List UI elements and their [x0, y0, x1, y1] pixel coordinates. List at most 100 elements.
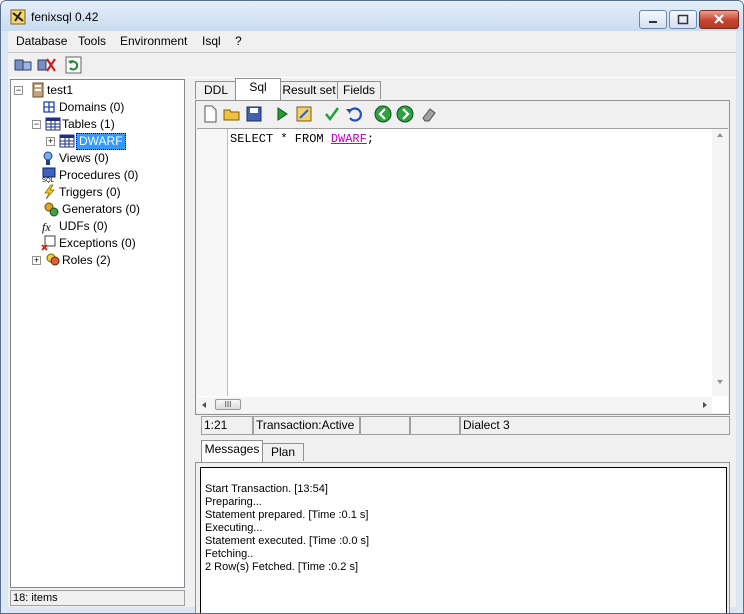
open-folder-icon[interactable]: [222, 104, 242, 124]
status-cell-3: [360, 416, 410, 435]
message-line: 2 Row(s) Fetched. [Time :0.2 s]: [205, 561, 359, 573]
connect-icon[interactable]: [12, 55, 34, 75]
tree-label-dwarf: DWARF: [76, 133, 126, 150]
procedures-icon: SQL: [42, 167, 56, 183]
tab-plan[interactable]: Plan: [262, 443, 304, 461]
udfs-icon: fx: [42, 220, 51, 234]
next-icon[interactable]: [395, 104, 415, 124]
tree-item-tables[interactable]: − Tables (1): [32, 116, 182, 132]
generators-icon: [44, 202, 59, 217]
tree-item-domains[interactable]: Domains (0): [41, 99, 181, 115]
tab-sql[interactable]: Sql: [235, 78, 281, 100]
tree-item-procedures[interactable]: SQL Procedures (0): [41, 167, 181, 183]
sql-table-name[interactable]: DWARF: [331, 132, 367, 146]
tree-item-dwarf[interactable]: + DWARF: [46, 133, 136, 150]
tab-result-set[interactable]: Result set: [280, 81, 338, 99]
sql-terminator: ;: [366, 132, 375, 146]
scroll-arrows-h-icon: [202, 402, 707, 408]
horizontal-scrollbar[interactable]: III: [197, 397, 712, 413]
database-tree: − test1 Domains (0) − Tables (1) + DWARF…: [10, 79, 185, 588]
collapse-icon[interactable]: −: [32, 120, 41, 129]
run-icon[interactable]: [272, 104, 292, 124]
vertical-scrollbar[interactable]: [712, 129, 728, 396]
sql-code[interactable]: SELECT * FROM DWARF;: [230, 132, 374, 146]
sql-keywords: SELECT * FROM: [230, 132, 331, 146]
tree-label-tables: Tables (1): [62, 117, 115, 131]
triggers-icon: [44, 184, 55, 200]
transaction-status: Transaction:Active: [253, 416, 360, 435]
title-bar: fenixsql 0.42: [1, 1, 743, 31]
menu-tools[interactable]: Tools: [78, 34, 106, 48]
svg-text:fx: fx: [42, 220, 51, 234]
menu-help[interactable]: ?: [235, 34, 242, 48]
svg-text:SQL: SQL: [42, 178, 55, 183]
rollback-icon[interactable]: [344, 104, 364, 124]
menu-environment[interactable]: Environment: [120, 34, 187, 48]
window-title: fenixsql 0.42: [31, 10, 99, 24]
sql-editor-panel: SELECT * FROM DWARF; III: [195, 100, 730, 415]
tree-label-udfs: UDFs (0): [59, 219, 108, 233]
tree-status: 18: items: [10, 590, 185, 606]
disconnect-icon[interactable]: [35, 55, 57, 75]
messages-panel: Start Transaction. [13:54] Preparing... …: [195, 462, 730, 613]
app-window: fenixsql 0.42 Database Tools Environment…: [0, 0, 744, 614]
tree-label-procedures: Procedures (0): [59, 168, 139, 182]
output-tabs: Messages Plan: [193, 440, 733, 462]
tab-fields[interactable]: Fields: [337, 81, 381, 99]
new-file-icon[interactable]: [200, 104, 220, 124]
close-button[interactable]: [699, 10, 739, 29]
domains-icon: [43, 101, 55, 113]
cursor-position: 1:21: [201, 416, 253, 435]
tree-item-exceptions[interactable]: Exceptions (0): [41, 235, 181, 251]
previous-icon[interactable]: [373, 104, 393, 124]
message-line: Preparing...: [205, 496, 262, 508]
dialect-status: Dialect 3: [460, 416, 730, 435]
message-line: Executing...: [205, 522, 263, 534]
fenix-app-icon: [10, 9, 26, 25]
item-count: 18: items: [13, 592, 58, 604]
status-cell-4: [410, 416, 460, 435]
message-line: Statement executed. [Time :0.0 s]: [205, 535, 370, 547]
exceptions-icon: [41, 235, 56, 251]
expand-icon[interactable]: +: [46, 137, 55, 146]
message-line: Fetching..: [205, 548, 254, 560]
minimize-icon: [649, 21, 657, 23]
maximize-button[interactable]: [669, 10, 697, 29]
tree-label-triggers: Triggers (0): [59, 185, 121, 199]
commit-icon[interactable]: [322, 104, 342, 124]
collapse-icon[interactable]: −: [14, 86, 23, 95]
tree-item-triggers[interactable]: Triggers (0): [41, 184, 181, 200]
tree-item-udfs[interactable]: fx UDFs (0): [41, 218, 181, 234]
tab-messages[interactable]: Messages: [201, 440, 263, 462]
close-icon: [714, 14, 724, 24]
maximize-icon: [677, 14, 689, 25]
editor-tabs: DDL Sql Result set Fields: [193, 78, 733, 100]
menu-isql[interactable]: Isql: [202, 34, 221, 48]
tab-ddl[interactable]: DDL: [195, 81, 237, 99]
minimize-button[interactable]: [639, 10, 667, 29]
tree-item-generators[interactable]: Generators (0): [41, 201, 181, 217]
clear-icon[interactable]: [419, 104, 439, 124]
expand-icon[interactable]: +: [32, 256, 41, 265]
run-script-icon[interactable]: [294, 104, 314, 124]
sql-toolbar: [196, 101, 729, 127]
scroll-thumb[interactable]: III: [215, 399, 241, 410]
tree-item-roles[interactable]: + Roles (2): [32, 252, 182, 268]
tree-item-views[interactable]: Views (0): [41, 150, 181, 166]
views-icon: [43, 151, 53, 165]
menu-bar: Database Tools Environment Isql ?: [8, 31, 736, 51]
tree-label-domains: Domains (0): [59, 100, 125, 114]
save-icon[interactable]: [244, 104, 264, 124]
sql-editor[interactable]: SELECT * FROM DWARF; III: [197, 128, 728, 413]
tree-root[interactable]: − test1: [14, 82, 164, 98]
database-icon: [32, 82, 44, 98]
tables-icon: [45, 117, 61, 131]
scroll-arrows-icon: [717, 133, 723, 384]
client-area: Database Tools Environment Isql ? − test…: [8, 31, 736, 613]
tree-label-roles: Roles (2): [62, 253, 111, 267]
tree-label-views: Views (0): [59, 151, 109, 165]
message-line: Statement prepared. [Time :0.1 s]: [205, 509, 369, 521]
menu-database[interactable]: Database: [16, 34, 67, 48]
refresh-icon[interactable]: [63, 55, 85, 75]
messages-box[interactable]: Start Transaction. [13:54] Preparing... …: [200, 467, 727, 613]
